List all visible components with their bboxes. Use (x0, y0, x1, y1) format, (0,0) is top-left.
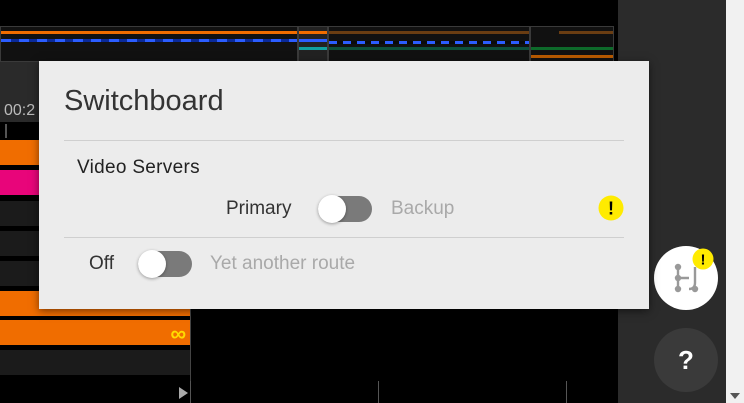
route-off-label: Off (89, 253, 114, 274)
route-primary-label: Primary (226, 198, 292, 219)
overview-segment[interactable] (530, 26, 614, 62)
help-button[interactable]: ? (654, 328, 718, 392)
overview-segment[interactable] (328, 26, 530, 62)
switchboard-panel: Switchboard Video Servers Primary Backup… (39, 61, 649, 309)
route-backup-label: Backup (391, 198, 455, 219)
video-server-toggle[interactable] (318, 195, 372, 223)
overview-segment[interactable] (298, 26, 328, 62)
svg-text:!: ! (701, 252, 706, 269)
panel-title: Switchboard (64, 85, 224, 117)
another-route-toggle[interactable] (138, 250, 192, 278)
toggle-knob (138, 250, 166, 278)
route-another-label: Yet another route (210, 253, 356, 274)
vertical-scrollbar[interactable] (726, 0, 744, 403)
scroll-down-icon[interactable] (730, 393, 740, 399)
warning-icon: ! (692, 248, 714, 270)
track-tick (5, 124, 7, 138)
play-marker-icon[interactable] (179, 387, 188, 399)
timeline-overview-strip[interactable] (0, 26, 614, 62)
bottom-ruler-ticks (190, 381, 618, 403)
section-title: Video Servers (77, 157, 200, 178)
warning-icon: ! (598, 195, 624, 221)
track-row[interactable] (0, 350, 190, 377)
divider (64, 140, 624, 141)
divider (64, 237, 624, 238)
track-row[interactable]: ∞ (0, 320, 190, 347)
toggle-knob (318, 195, 346, 223)
help-icon: ? (678, 344, 694, 375)
ruler-time-label: 00:2 (4, 102, 36, 119)
overview-segment[interactable] (0, 26, 298, 62)
infinity-icon: ∞ (170, 321, 186, 346)
svg-text:!: ! (608, 199, 614, 219)
